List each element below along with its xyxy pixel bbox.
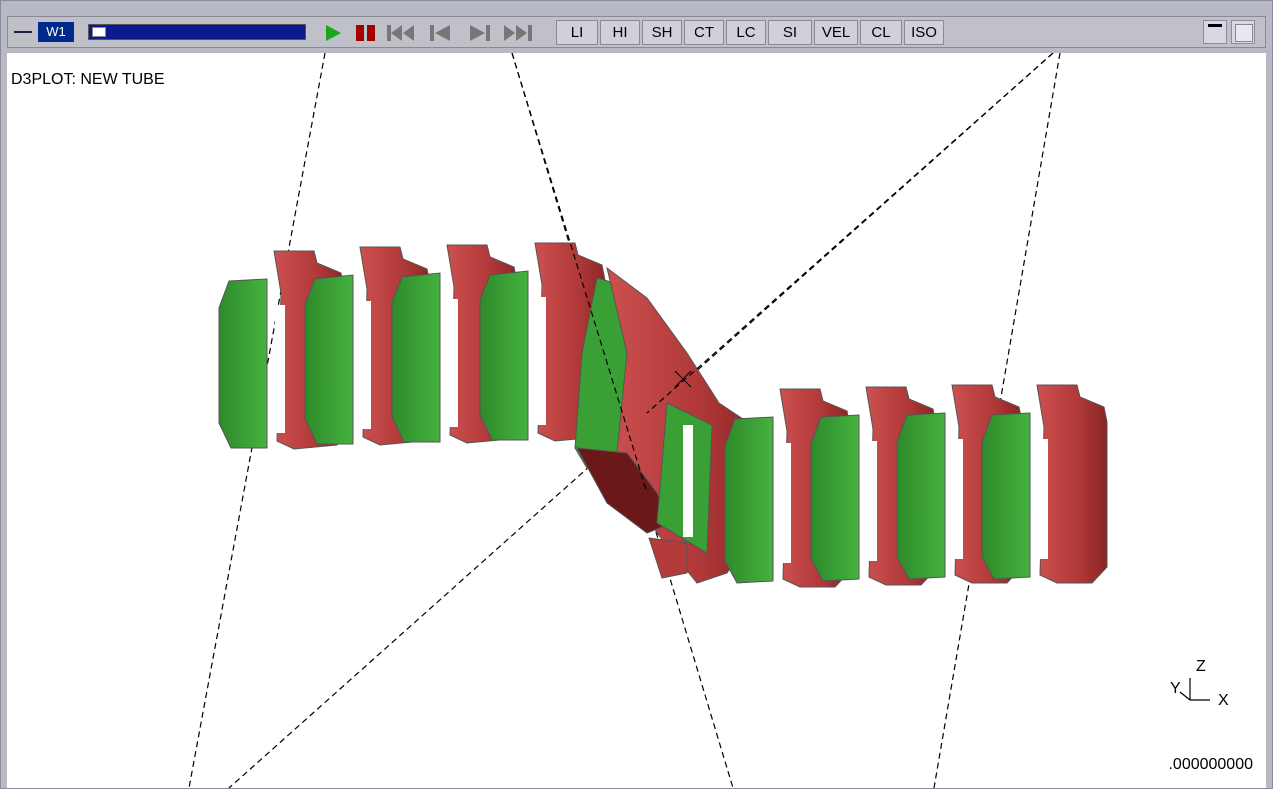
axis-y-label: Y [1170, 680, 1181, 697]
window-controls [1203, 20, 1261, 44]
tube-right-segment [724, 384, 1108, 588]
axis-z-label: Z [1196, 658, 1206, 675]
graphics-viewport[interactable]: D3PLOT: NEW TUBE Z Y X .000000000 [7, 53, 1266, 788]
pause-icon [356, 25, 375, 41]
maximize-icon [1235, 24, 1253, 42]
button-si[interactable]: SI [768, 20, 812, 45]
minimize-button[interactable] [1203, 20, 1227, 44]
button-iso[interactable]: ISO [904, 20, 944, 45]
window-system-menu-button[interactable] [10, 21, 36, 43]
time-readout: .000000000 [1168, 756, 1253, 773]
button-cl[interactable]: CL [860, 20, 902, 45]
pause-button[interactable] [351, 20, 381, 46]
play-button[interactable] [318, 20, 348, 46]
button-sh[interactable]: SH [642, 20, 682, 45]
step-back-icon [430, 25, 450, 41]
slider-thumb[interactable] [92, 27, 106, 37]
maximize-button[interactable] [1231, 20, 1255, 44]
fast-forward-button[interactable] [502, 20, 532, 46]
step-forward-button[interactable] [464, 20, 494, 46]
toolbar: W1 LI HI SH CT LC SI VEL CL ISO [7, 16, 1266, 48]
step-back-button[interactable] [426, 20, 456, 46]
play-icon [326, 25, 341, 41]
rewind-button[interactable] [386, 20, 416, 46]
button-li[interactable]: LI [556, 20, 598, 45]
button-lc[interactable]: LC [726, 20, 766, 45]
model-view [188, 53, 1108, 788]
d3plot-window: W1 LI HI SH CT LC SI VEL CL ISO D3PLOT: … [0, 0, 1273, 789]
step-forward-icon [470, 25, 490, 41]
plot-title: D3PLOT: NEW TUBE [11, 71, 165, 88]
button-ct[interactable]: CT [684, 20, 724, 45]
axis-triad: Z Y X [1168, 658, 1238, 718]
tube-left-segment [218, 242, 609, 450]
rewind-icon [387, 25, 414, 41]
animation-time-slider[interactable] [88, 24, 306, 40]
fast-forward-icon [504, 25, 532, 41]
axis-x-label: X [1218, 692, 1229, 709]
system-menu-icon [14, 31, 32, 33]
button-hi[interactable]: HI [600, 20, 640, 45]
window-title: W1 [38, 22, 74, 42]
minimize-icon [1208, 24, 1222, 27]
button-vel[interactable]: VEL [814, 20, 858, 45]
